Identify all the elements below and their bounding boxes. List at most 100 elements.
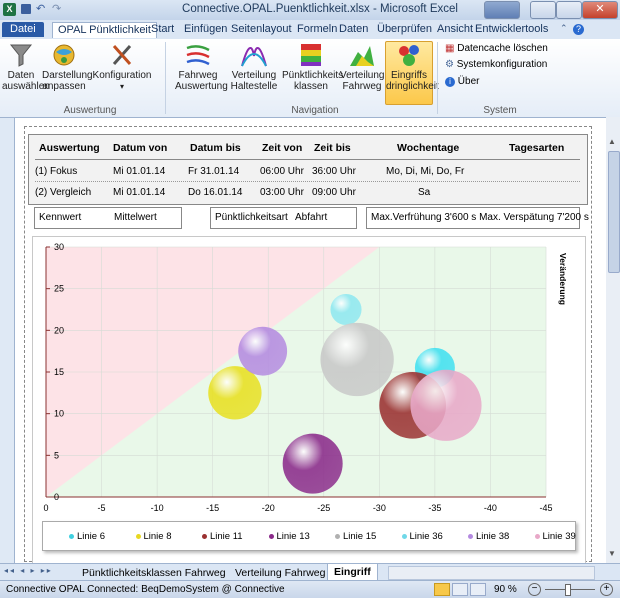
- scroll-up-arrow-icon[interactable]: ▲: [608, 137, 616, 146]
- undo-icon[interactable]: ↶: [36, 2, 45, 15]
- x-tick-label: -5: [98, 503, 106, 513]
- verteilung-haltestelle-button[interactable]: Verteilung Haltestelle: [230, 42, 278, 92]
- y-axis-label: Veränderung: [558, 253, 568, 305]
- puenktlichkeitsklassen-button[interactable]: Pünktlichkeits klassen: [282, 42, 343, 92]
- y-tick-label: 5: [54, 450, 59, 460]
- header-datum-bis: Datum bis: [190, 142, 241, 154]
- tab-seitenlayout[interactable]: Seitenlayout: [226, 22, 297, 37]
- systemkonfiguration-button[interactable]: ⚙ Systemkonfiguration: [445, 59, 547, 70]
- legend-item-linie-36: Linie 36: [401, 531, 443, 542]
- restore-ribbon-button[interactable]: [484, 1, 520, 19]
- legend-item-linie-15: Linie 15: [335, 531, 376, 542]
- tab-daten[interactable]: Daten: [334, 22, 373, 37]
- distribution-curve-icon: [240, 42, 268, 68]
- row2-datum-bis: Do 16.01.14: [188, 187, 243, 198]
- eingriffsdringlichkeit-label: Eingriffs dringlichkeit: [386, 70, 439, 92]
- legend-item-linie-13: Linie 13: [268, 531, 310, 542]
- puenktlichkeitsart-box: Pünktlichkeitsart Abfahrt: [210, 207, 357, 229]
- tab-ueberpruefen[interactable]: Überprüfen: [372, 22, 437, 37]
- zoom-out-button[interactable]: −: [528, 583, 541, 596]
- puenktlichkeitsart-value: Abfahrt: [295, 212, 328, 223]
- tab-start[interactable]: Start: [146, 22, 179, 37]
- y-tick-label: 0: [54, 492, 59, 502]
- eingriffsdringlichkeit-button[interactable]: Eingriffs dringlichkeit: [385, 41, 439, 105]
- ribbon: Daten auswählen Darstellung anpassen Kon…: [0, 39, 620, 118]
- tab-einfuegen[interactable]: Einfügen: [179, 22, 232, 37]
- excel-icon: X: [3, 3, 16, 16]
- verteilung-fahrweg-label: Verteilung Fahrweg: [340, 70, 385, 92]
- ribbon-minimize-icon[interactable]: ⌃: [560, 23, 568, 34]
- row1-zeit-bis: 36:00 Uhr: [312, 166, 356, 177]
- datencache-loeschen-button[interactable]: ▦ Datencache löschen: [445, 43, 548, 54]
- route-lines-icon: [184, 42, 212, 68]
- mountain-chart-icon: [348, 42, 376, 68]
- zoom-level[interactable]: 90 %: [494, 584, 517, 595]
- bubble-linie-36: [330, 293, 362, 326]
- darstellung-anpassen-button[interactable]: Darstellung anpassen: [42, 42, 93, 92]
- y-tick-label: 20: [54, 325, 64, 335]
- zoom-in-button[interactable]: +: [600, 583, 613, 596]
- x-tick-label: -45: [539, 503, 552, 513]
- zoom-slider-thumb[interactable]: [565, 584, 571, 596]
- filter-info-table: Auswertung Datum von Datum bis Zeit von …: [28, 134, 588, 205]
- group-separator: [437, 42, 438, 114]
- bubble-chart[interactable]: 0 -5 -10 -15 -20 -25 -30 -35 -40 -45 0 5 10 15 20 25 30 …: [32, 236, 586, 564]
- vertical-scrollbar[interactable]: ▲ ▼: [606, 117, 620, 563]
- tab-opal-puenktlichkeit[interactable]: OPAL Pünktlichkeit: [52, 22, 157, 38]
- page-layout-view-button[interactable]: [452, 583, 468, 596]
- legend-item-linie-39: Linie 39: [534, 531, 576, 542]
- darstellung-anpassen-label: Darstellung anpassen: [42, 70, 93, 92]
- tab-entwicklertools[interactable]: Entwicklertools: [470, 22, 553, 37]
- group-label-auswertung: Auswertung: [63, 105, 117, 116]
- chart-legend: Linie 6 Linie 8 Linie 11 Linie 13 Linie 15 Li…: [42, 521, 576, 551]
- ueber-label: Über: [457, 76, 480, 87]
- legend-label: Linie 38: [476, 531, 510, 542]
- redo-icon[interactable]: ↷: [52, 2, 61, 15]
- y-tick-label: 30: [54, 242, 64, 252]
- funnel-icon: [7, 42, 35, 68]
- window-title: Connective.OPAL.Puenktlichkeit.xlsx - Mi…: [182, 3, 458, 15]
- konfiguration-button[interactable]: Konfiguration ▾: [92, 42, 152, 92]
- sheet-tab-eingriff[interactable]: Eingriff: [327, 564, 378, 581]
- scroll-thumb[interactable]: [608, 151, 620, 273]
- close-button[interactable]: ✕: [582, 1, 618, 19]
- title-bar: X ↶ ↷ Connective.OPAL.Puenktlichkeit.xls…: [0, 0, 620, 21]
- stacked-classes-icon: [297, 42, 325, 68]
- header-zeit-bis: Zeit bis: [314, 142, 351, 154]
- normal-view-button[interactable]: [434, 583, 450, 596]
- status-text: Connective OPAL Connected: BeqDemoSystem…: [6, 584, 285, 595]
- y-tick-label: 25: [54, 284, 64, 294]
- sheet-tab-puenktlichkeitsklassen[interactable]: Pünktlichkeitsklassen Fahrweg: [82, 567, 226, 579]
- limits-value: Max.Verfrühung 3'600 s Max. Verspätung 7…: [371, 212, 589, 223]
- cache-delete-icon: ▦: [445, 43, 455, 54]
- tools-icon: [108, 42, 136, 68]
- minimize-button[interactable]: [530, 1, 556, 19]
- legend-label: Linie 11: [210, 531, 243, 542]
- row2-wochentage: Sa: [418, 187, 431, 198]
- datencache-loeschen-label: Datencache löschen: [457, 43, 548, 54]
- horizontal-scrollbar[interactable]: [388, 566, 595, 580]
- legend-label: Linie 6: [77, 531, 105, 542]
- fahrweg-auswertung-button[interactable]: Fahrweg Auswertung: [175, 42, 228, 92]
- limits-box: Max.Verfrühung 3'600 s Max. Verspätung 7…: [366, 207, 589, 229]
- legend-label: Linie 8: [143, 531, 172, 542]
- verteilung-fahrweg-button[interactable]: Verteilung Fahrweg: [340, 42, 384, 92]
- daten-auswaehlen-button[interactable]: Daten auswählen: [2, 42, 50, 92]
- legend-label: Linie 15: [343, 531, 377, 542]
- scroll-down-arrow-icon[interactable]: ▼: [608, 549, 616, 558]
- maximize-button[interactable]: [556, 1, 582, 19]
- sheet-nav-arrows-icon[interactable]: ◂◂ ◂ ▸ ▸▸: [4, 566, 53, 575]
- legend-marker: [534, 533, 540, 539]
- x-tick-label: 0: [43, 503, 48, 513]
- legend-marker: [335, 533, 340, 539]
- ueber-button[interactable]: i Über: [445, 76, 479, 87]
- help-icon[interactable]: ?: [573, 24, 584, 35]
- page-break-view-button[interactable]: [470, 583, 486, 596]
- tab-datei[interactable]: Datei: [2, 22, 44, 37]
- x-tick-label: -15: [206, 503, 219, 513]
- save-icon[interactable]: [21, 4, 31, 14]
- bubble-linie-38: [238, 326, 288, 376]
- sheet-tab-verteilung-fahrweg[interactable]: Verteilung Fahrweg: [235, 567, 325, 579]
- sheet-tab-bar: ◂◂ ◂ ▸ ▸▸ Pünktlichkeitsklassen Fahrweg …: [0, 563, 620, 581]
- row1-wochentage: Mo, Di, Mi, Do, Fr: [386, 166, 465, 177]
